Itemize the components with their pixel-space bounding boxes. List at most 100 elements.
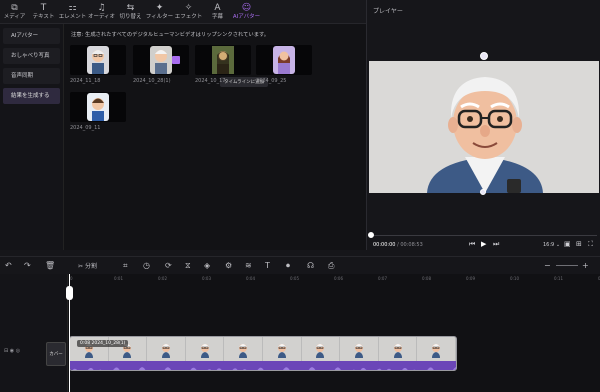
sidebar-item-1[interactable]: AIアバター xyxy=(3,28,60,44)
split-label: 分割 xyxy=(84,263,97,270)
text-icon: T xyxy=(40,3,47,13)
card-label-5: 2024_09_11 xyxy=(70,125,101,131)
notice-text: 注意: 生成されたすべてのデジタルヒューマンビデオはリップシンクされています。 xyxy=(71,32,270,38)
redo-icon[interactable]: ↷ xyxy=(24,261,31,270)
tab-transition[interactable]: ⇆ 切り替え xyxy=(116,0,145,24)
track-controls: ⊟ ◉ ◎ xyxy=(4,348,20,354)
color-icon[interactable]: ⚙ xyxy=(225,261,232,270)
time-ruler[interactable]: 0 0:01 0:02 0:03 0:04 0:05 0:06 0:07 0:08 0:09 0:1… xyxy=(68,274,600,288)
tab-media[interactable]: ⧉ メディア xyxy=(0,0,29,24)
mask-icon[interactable]: ◈ xyxy=(204,261,210,270)
result-card-3[interactable] xyxy=(195,45,251,75)
zoom-slider[interactable] xyxy=(556,265,578,266)
undo-icon[interactable]: ↶ xyxy=(5,261,12,270)
tab-elements[interactable]: ⚏ エレメント xyxy=(58,0,87,24)
ruler-tick: 0:05 xyxy=(290,276,299,281)
tab-filter[interactable]: ✦ フィルター xyxy=(145,0,174,24)
rotate-handle[interactable] xyxy=(480,52,488,60)
voice-icon[interactable]: ☊ xyxy=(307,261,314,270)
avatar-thumbnail xyxy=(150,46,172,74)
clip-frame xyxy=(302,337,341,361)
adjust-icon[interactable]: ≋ xyxy=(245,261,252,270)
play-icon[interactable]: ▶ xyxy=(481,240,486,248)
tab-label: AIアバター xyxy=(232,14,261,20)
lock-icon[interactable]: ⊟ xyxy=(4,348,8,354)
effect-icon: ✧ xyxy=(184,3,193,13)
prev-frame-icon[interactable]: ⏮ xyxy=(469,240,475,249)
sidebar-item-3[interactable]: 音声同期 xyxy=(3,68,60,84)
sidebar-item-4[interactable]: 結果を生成する xyxy=(3,88,60,104)
result-card-4[interactable] xyxy=(256,45,312,75)
clip-frame xyxy=(417,337,456,361)
ruler-tick: 0:08 xyxy=(422,276,431,281)
delete-icon[interactable]: 🗑 xyxy=(45,261,55,270)
player-title: プレイヤー xyxy=(373,8,403,15)
crop-icon[interactable]: ⌗ xyxy=(123,261,128,270)
snapshot-icon[interactable]: ▣ xyxy=(564,240,571,248)
ruler-tick: 0:03 xyxy=(202,276,211,281)
filter-icon: ✦ xyxy=(155,3,164,13)
ruler-tick: 0 xyxy=(70,276,73,281)
playhead[interactable] xyxy=(69,274,70,392)
speed-icon[interactable]: ◷ xyxy=(143,261,150,270)
freeze-icon[interactable]: ⧖ xyxy=(185,261,191,270)
playback-scrubber[interactable] xyxy=(371,235,597,236)
tab-ai-avatar[interactable]: ☺ AIアバター xyxy=(232,0,261,24)
visibility-icon[interactable]: ◉ xyxy=(10,348,14,354)
zoom-in-icon[interactable]: + xyxy=(582,261,589,270)
total-time: / 00:08:53 xyxy=(397,242,423,248)
ruler-tick: 0:01 xyxy=(114,276,123,281)
ruler-tick: 0:11 xyxy=(554,276,563,281)
grandpa-avatar-image xyxy=(369,61,599,193)
player-panel: プレイヤー 00:00:00 / 00:08:53 ⏮ ▶ ⏭ 16:9 ⌄ ▣… xyxy=(366,0,600,250)
clip-frame xyxy=(224,337,263,361)
clip-frame xyxy=(186,337,225,361)
rotate-icon[interactable]: ⟳ xyxy=(165,261,172,270)
result-card-2[interactable] xyxy=(133,45,189,75)
current-time: 00:00:00 xyxy=(373,242,396,248)
clip-frame xyxy=(147,337,186,361)
result-card-1[interactable] xyxy=(70,45,126,75)
ruler-tick: 0:04 xyxy=(246,276,255,281)
tab-audio[interactable]: ♫ オーディオ xyxy=(87,0,116,24)
tab-label: 切り替え xyxy=(119,14,142,20)
ruler-tick: 0:09 xyxy=(466,276,475,281)
tab-effect[interactable]: ✧ エフェクト xyxy=(174,0,203,24)
zoom-out-icon[interactable]: − xyxy=(544,261,551,270)
cover-button[interactable]: カバー xyxy=(46,342,66,366)
audio-waveform xyxy=(70,361,456,370)
next-frame-icon[interactable]: ⏭ xyxy=(493,240,499,249)
scrubber-knob[interactable] xyxy=(368,232,374,238)
sidebar-item-2[interactable]: おしゃべり写真 xyxy=(3,48,60,64)
result-card-5[interactable] xyxy=(70,92,126,122)
top-toolbar: ⧉ メディア T テキスト ⚏ エレメント ♫ オーディオ ⇆ 切り替え ✦ フィルター ✧ エフェクト A… xyxy=(0,0,366,24)
elements-icon: ⚏ xyxy=(68,3,77,13)
tab-label: エレメント xyxy=(58,14,87,20)
video-preview[interactable] xyxy=(369,61,599,193)
mute-icon[interactable]: ◎ xyxy=(16,348,20,354)
time-display: 00:00:00 / 00:08:53 xyxy=(373,242,423,248)
avatar-results-panel: 注意: 生成されたすべてのデジタルヒューマンビデオはリップシンクされています。 … xyxy=(64,24,366,250)
aspect-ratio-select[interactable]: 16:9 ⌄ xyxy=(543,242,560,248)
card-label-2: 2024_10_28(1) xyxy=(133,78,171,84)
tab-text[interactable]: T テキスト xyxy=(29,0,58,24)
bottom-handle[interactable] xyxy=(480,189,486,195)
export-frame-icon[interactable]: ⎙ xyxy=(328,261,334,270)
video-clip[interactable]: 0:08 2024_10_28(1) xyxy=(69,336,457,371)
clip-name: 0:08 2024_10_28(1) xyxy=(77,340,129,347)
text-tool-icon[interactable]: T xyxy=(265,261,270,270)
fullscreen-icon[interactable]: ⛶ xyxy=(588,240,593,249)
avatar-thumbnail xyxy=(87,46,109,74)
avatar-thumbnail xyxy=(273,46,295,74)
add-to-timeline-icon[interactable] xyxy=(172,56,180,64)
media-icon: ⧉ xyxy=(11,3,18,13)
split-button[interactable]: ✂ 分割 xyxy=(78,262,97,271)
tab-label: エフェクト xyxy=(174,14,203,20)
record-icon[interactable]: ⏺ xyxy=(286,261,290,270)
tab-label: 字幕 xyxy=(211,14,223,20)
tab-subtitle[interactable]: A 字幕 xyxy=(203,0,232,24)
left-sidebar: AIアバター おしゃべり写真 音声同期結果を生成する xyxy=(0,24,64,250)
track-header-column xyxy=(0,274,68,392)
grid-icon[interactable]: ⊞ xyxy=(576,240,582,248)
mona-lisa-thumbnail xyxy=(212,46,234,74)
